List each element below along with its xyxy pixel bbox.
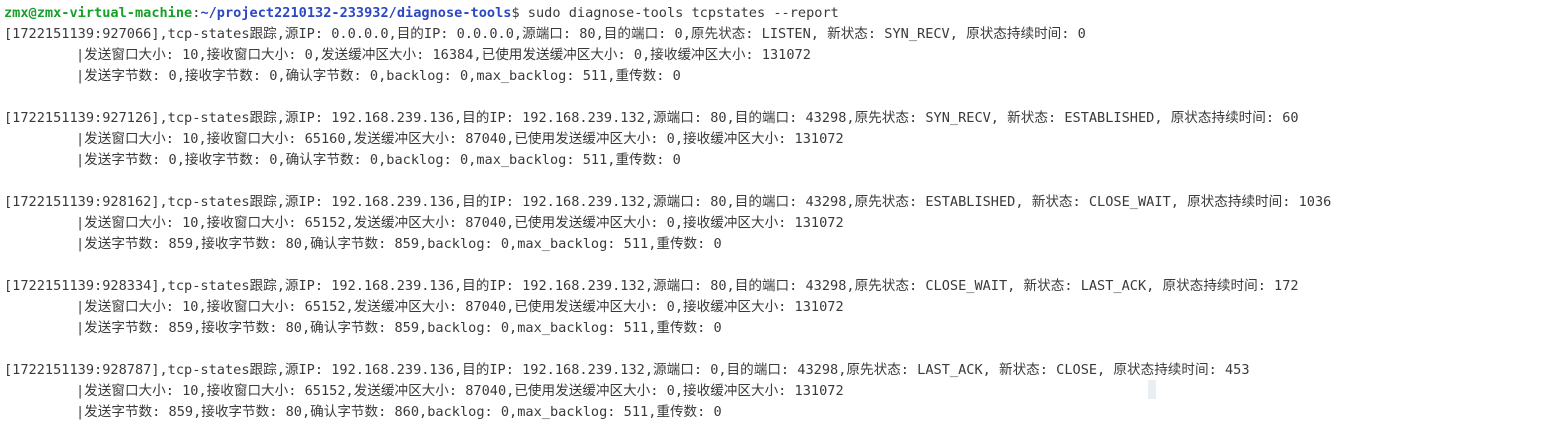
log-header-line: [1722151139:928787],tcp-states跟踪,源IP: 19… [4, 362, 1250, 378]
log-window-line: |发送窗口大小: 10,接收窗口大小: 65160,发送缓冲区大小: 87040… [4, 129, 1556, 150]
command-text: sudo diagnose-tools tcpstates --report [519, 5, 839, 21]
log-window-line: |发送窗口大小: 10,接收窗口大小: 65152,发送缓冲区大小: 87040… [4, 297, 1556, 318]
log-bytes-line: |发送字节数: 859,接收字节数: 80,确认字节数: 860,backlog… [4, 402, 1556, 423]
prompt-line: zmx@zmx-virtual-machine:~/project2210132… [4, 3, 1556, 24]
prompt-dollar: $ [511, 5, 520, 21]
log-header-line: [1722151139:927126],tcp-states跟踪,源IP: 19… [4, 110, 1299, 126]
text-cursor [1148, 380, 1156, 399]
prompt-user-host: zmx@zmx-virtual-machine [4, 5, 193, 21]
log-window-text: |发送窗口大小: 10,接收窗口大小: 65152,发送缓冲区大小: 87040… [76, 299, 844, 315]
log-bytes-line: |发送字节数: 0,接收字节数: 0,确认字节数: 0,backlog: 0,m… [4, 150, 1556, 171]
log-bytes-line: |发送字节数: 859,接收字节数: 80,确认字节数: 859,backlog… [4, 318, 1556, 339]
log-bytes-text: |发送字节数: 859,接收字节数: 80,确认字节数: 859,backlog… [76, 320, 722, 336]
log-header-line: [1722151139:928334],tcp-states跟踪,源IP: 19… [4, 278, 1299, 294]
log-bytes-text: |发送字节数: 0,接收字节数: 0,确认字节数: 0,backlog: 0,m… [76, 152, 681, 168]
log-window-text: |发送窗口大小: 10,接收窗口大小: 65152,发送缓冲区大小: 87040… [76, 383, 844, 399]
log-window-text: |发送窗口大小: 10,接收窗口大小: 65152,发送缓冲区大小: 87040… [76, 215, 844, 231]
log-window-text: |发送窗口大小: 10,接收窗口大小: 65160,发送缓冲区大小: 87040… [76, 131, 844, 147]
log-bytes-text: |发送字节数: 859,接收字节数: 80,确认字节数: 860,backlog… [76, 404, 722, 420]
log-window-line: |发送窗口大小: 10,接收窗口大小: 65152,发送缓冲区大小: 87040… [4, 381, 1556, 402]
log-header-line: [1722151139:927066],tcp-states跟踪,源IP: 0.… [4, 26, 1086, 42]
log-window-text: |发送窗口大小: 10,接收窗口大小: 0,发送缓冲区大小: 16384,已使用… [76, 47, 811, 63]
prompt-path: ~/project2210132-233932/diagnose-tools [200, 5, 512, 21]
log-bytes-text: |发送字节数: 859,接收字节数: 80,确认字节数: 859,backlog… [76, 236, 722, 252]
log-bytes-text: |发送字节数: 0,接收字节数: 0,确认字节数: 0,backlog: 0,m… [76, 68, 681, 84]
terminal-window[interactable]: zmx@zmx-virtual-machine:~/project2210132… [0, 0, 1556, 425]
log-bytes-line: |发送字节数: 859,接收字节数: 80,确认字节数: 859,backlog… [4, 234, 1556, 255]
log-window-line: |发送窗口大小: 10,接收窗口大小: 65152,发送缓冲区大小: 87040… [4, 213, 1556, 234]
log-header-line: [1722151139:928162],tcp-states跟踪,源IP: 19… [4, 194, 1332, 210]
log-bytes-line: |发送字节数: 0,接收字节数: 0,确认字节数: 0,backlog: 0,m… [4, 66, 1556, 87]
log-window-line: |发送窗口大小: 10,接收窗口大小: 0,发送缓冲区大小: 16384,已使用… [4, 45, 1556, 66]
